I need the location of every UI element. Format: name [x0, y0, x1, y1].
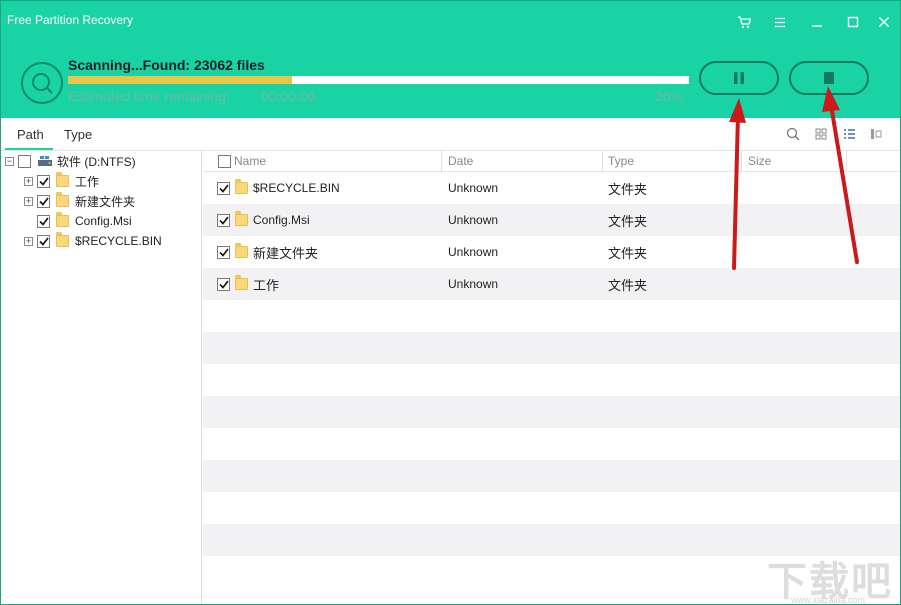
- row-date: Unknown: [448, 181, 499, 195]
- row-date: Unknown: [448, 277, 499, 291]
- row-name: 新建文件夹: [253, 245, 319, 261]
- table-row[interactable]: 新建文件夹 Unknown 文件夹: [203, 236, 900, 268]
- view-tabs: Path Type: [1, 118, 900, 151]
- column-header-name[interactable]: Name: [234, 154, 266, 168]
- table-row[interactable]: 工作 Unknown 文件夹: [203, 268, 900, 300]
- empty-row: [203, 460, 900, 492]
- expand-icon[interactable]: +: [24, 176, 33, 186]
- tree-item[interactable]: Config.Msi: [37, 212, 132, 230]
- tree-item[interactable]: + 工作: [24, 172, 99, 190]
- scan-magnifier-icon: [21, 62, 63, 104]
- column-divider[interactable]: [846, 151, 847, 172]
- empty-row: [203, 492, 900, 524]
- maximize-icon[interactable]: [842, 11, 864, 33]
- folder-icon: [235, 275, 248, 290]
- row-date: Unknown: [448, 213, 499, 227]
- table-row[interactable]: Config.Msi Unknown 文件夹: [203, 204, 900, 236]
- empty-row: [203, 396, 900, 428]
- table-row[interactable]: $RECYCLE.BIN Unknown 文件夹: [203, 172, 900, 204]
- folder-icon: [235, 211, 248, 226]
- column-header-date[interactable]: Date: [448, 154, 473, 168]
- tree-item-checkbox[interactable]: [37, 174, 50, 188]
- expand-icon[interactable]: +: [24, 196, 33, 206]
- tree-item-label: 新建文件夹: [75, 194, 136, 209]
- tree-item-checkbox[interactable]: [37, 234, 50, 248]
- time-remaining-label: Estimated time remaining:: [68, 88, 230, 104]
- empty-row: [203, 364, 900, 396]
- search-icon[interactable]: [785, 126, 801, 142]
- minimize-icon[interactable]: [806, 11, 828, 33]
- watermark-url: www.xiazaiba.com: [791, 595, 866, 605]
- row-type: 文件夹: [608, 181, 648, 197]
- progress-percent: 36%: [655, 88, 684, 104]
- detail-view-icon[interactable]: [868, 126, 884, 142]
- scan-progress-fill: [68, 76, 292, 84]
- folder-icon: [235, 179, 248, 194]
- file-list: Name Date Type Size $RECYCLE.BIN Unknown…: [203, 151, 900, 604]
- app-title: Free Partition Recovery: [7, 13, 134, 27]
- row-checkbox[interactable]: [217, 181, 230, 195]
- list-header: Name Date Type Size: [203, 151, 900, 172]
- tree-item[interactable]: + 新建文件夹: [24, 192, 135, 210]
- scan-header: Free Partition Recovery Scanning...Found…: [1, 1, 900, 118]
- row-checkbox[interactable]: [217, 213, 230, 227]
- row-type: 文件夹: [608, 245, 648, 261]
- tab-type[interactable]: Type: [64, 127, 92, 142]
- expand-icon[interactable]: +: [24, 236, 33, 246]
- tree-root[interactable]: − 软件 (D:NTFS): [5, 152, 136, 170]
- folder-icon: [56, 192, 69, 207]
- empty-row: [203, 428, 900, 460]
- tree-item-checkbox[interactable]: [37, 214, 50, 228]
- row-name: Config.Msi: [253, 213, 310, 227]
- scan-status: Scanning...Found: 23062 files: [68, 57, 265, 73]
- tree-item-label: 工作: [75, 174, 100, 189]
- collapse-icon[interactable]: −: [5, 156, 14, 166]
- folder-icon: [56, 232, 69, 247]
- list-view-icon[interactable]: [841, 126, 857, 142]
- tree-root-label: 软件 (D:NTFS): [57, 154, 136, 169]
- drive-icon: [38, 156, 52, 166]
- folder-icon: [56, 172, 69, 187]
- pause-icon: [734, 72, 744, 84]
- time-remaining-value: 00:00:06: [261, 88, 316, 104]
- folder-icon: [56, 212, 69, 227]
- stop-button[interactable]: [789, 61, 869, 95]
- row-name: $RECYCLE.BIN: [253, 181, 340, 195]
- menu-icon[interactable]: [769, 11, 791, 33]
- folder-tree: − 软件 (D:NTFS) + 工作 + 新建文件夹 Config.Msi +: [1, 151, 202, 604]
- row-type: 文件夹: [608, 213, 648, 229]
- app-window: Free Partition Recovery Scanning...Found…: [0, 0, 901, 605]
- row-name: 工作: [253, 277, 280, 293]
- empty-row: [203, 300, 900, 332]
- folder-icon: [235, 243, 248, 258]
- empty-row: [203, 332, 900, 364]
- tree-item-checkbox[interactable]: [37, 194, 50, 208]
- column-header-type[interactable]: Type: [608, 154, 634, 168]
- column-divider[interactable]: [602, 151, 603, 172]
- tree-root-checkbox[interactable]: [18, 154, 31, 168]
- cart-icon[interactable]: [733, 11, 755, 33]
- tree-item[interactable]: + $RECYCLE.BIN: [24, 232, 162, 250]
- column-divider[interactable]: [741, 151, 742, 172]
- tree-item-label: Config.Msi: [75, 214, 132, 228]
- active-tab-indicator: [5, 148, 53, 150]
- column-header-size[interactable]: Size: [748, 154, 771, 168]
- row-type: 文件夹: [608, 277, 648, 293]
- close-icon[interactable]: [873, 11, 895, 33]
- tab-path[interactable]: Path: [17, 127, 44, 142]
- row-checkbox[interactable]: [217, 277, 230, 291]
- pause-button[interactable]: [699, 61, 779, 95]
- scan-progress-bar: [68, 76, 689, 84]
- tree-item-label: $RECYCLE.BIN: [75, 234, 162, 248]
- column-divider[interactable]: [441, 151, 442, 172]
- grid-view-icon[interactable]: [813, 126, 829, 142]
- row-date: Unknown: [448, 245, 499, 259]
- select-all-checkbox[interactable]: [218, 155, 231, 168]
- row-checkbox[interactable]: [217, 245, 230, 259]
- stop-icon: [824, 72, 834, 84]
